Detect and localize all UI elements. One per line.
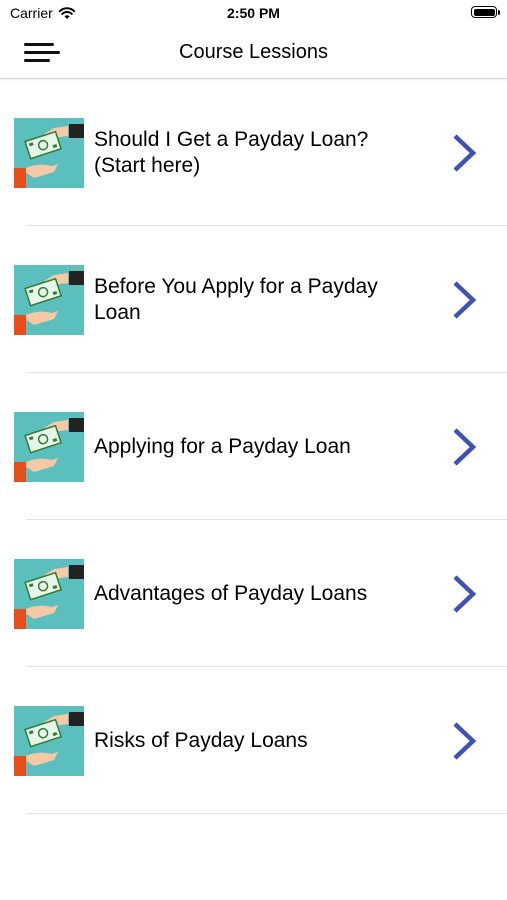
lesson-title-text: Advantages of Payday Loans [94,581,368,605]
chevron-right-icon[interactable] [448,132,478,174]
chevron-right-icon[interactable] [448,573,478,615]
lesson-title: Applying for a Payday Loan [94,373,424,520]
page-title: Course Lessions [179,41,328,63]
chevron-right-icon[interactable] [448,720,478,762]
lesson-list: Should I Get a Payday Loan? (Start here) [0,79,507,814]
money-hand-icon [14,118,84,188]
row-divider [26,813,507,814]
battery-icon [471,6,500,18]
lesson-title-text: Before You Apply for a Payday Loan [94,274,378,324]
navigation-bar: Course Lessions [0,28,507,79]
status-time: 2:50 PM [227,5,280,21]
lesson-title: Risks of Payday Loans [94,667,424,814]
lesson-title: Should I Get a Payday Loan? (Start here) [94,79,424,226]
lesson-item[interactable]: Risks of Payday Loans [0,667,507,814]
lesson-item[interactable]: Should I Get a Payday Loan? (Start here) [0,79,507,226]
lesson-item[interactable]: Applying for a Payday Loan [0,373,507,520]
lesson-title-text: Risks of Payday Loans [94,728,308,752]
lesson-item[interactable]: Advantages of Payday Loans [0,520,507,667]
money-hand-icon [14,265,84,335]
money-hand-icon [14,559,84,629]
chevron-right-icon[interactable] [448,426,478,468]
lesson-title-text: Applying for a Payday Loan [94,434,351,458]
money-hand-icon [14,412,84,482]
money-hand-icon [14,706,84,776]
lesson-title-text: Should I Get a Payday Loan? (Start here) [94,127,369,177]
lesson-title: Before You Apply for a Payday Loan [94,226,424,373]
status-bar: Carrier 2:50 PM [0,0,507,28]
chevron-right-icon[interactable] [448,279,478,321]
lesson-item[interactable]: Before You Apply for a Payday Loan [0,226,507,373]
lesson-title: Advantages of Payday Loans [94,520,424,667]
